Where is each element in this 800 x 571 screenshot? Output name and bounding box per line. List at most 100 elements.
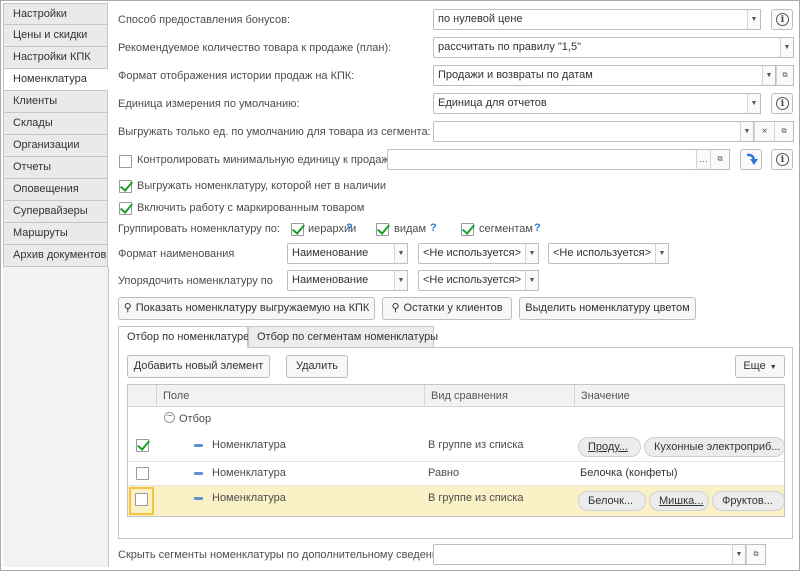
sidebar-background [3, 267, 109, 567]
chevron-down-icon: ▼ [743, 128, 751, 135]
table-row-selected[interactable]: Номенклатура В группе из списка Белочк..… [128, 486, 784, 516]
bonus-method-info-button[interactable]: i [771, 9, 793, 30]
open-window-icon: ⧉ [781, 128, 787, 135]
row-enabled-checkbox[interactable] [136, 467, 149, 480]
bonus-method-select[interactable]: по нулевой цене [433, 9, 748, 30]
control-min-unit-info-button[interactable]: i [771, 149, 793, 170]
sidebar-item-supervisors[interactable]: Супервайзеры [3, 201, 108, 223]
hide-segments-dropdown-button[interactable]: ▼ [732, 544, 746, 565]
name-format-dropdown-3[interactable]: ▼ [655, 243, 669, 264]
table-row[interactable]: Номенклатура В группе из списка Проду...… [128, 432, 784, 462]
chevron-down-icon: ▼ [735, 551, 743, 558]
export-missing-checkbox[interactable] [119, 180, 132, 193]
column-header-value[interactable]: Значение [574, 385, 784, 407]
chevron-down-icon: ▼ [765, 72, 773, 79]
history-format-select[interactable]: Продажи и возвраты по датам [433, 65, 763, 86]
sidebar-item-notifications[interactable]: Оповещения [3, 179, 108, 201]
export-default-unit-clear-button[interactable]: × [754, 121, 775, 142]
export-default-unit-dropdown-button[interactable]: ▼ [740, 121, 754, 142]
row-enabled-checkbox[interactable] [135, 493, 148, 506]
chevron-down-icon: ▼ [783, 44, 791, 51]
help-types-icon[interactable]: ? [430, 222, 437, 234]
name-format-dropdown-2[interactable]: ▼ [525, 243, 539, 264]
close-icon: × [761, 126, 768, 137]
table-row[interactable]: Номенклатура Равно Белочка (конфеты) [128, 462, 784, 486]
default-unit-dropdown-button[interactable]: ▼ [747, 93, 761, 114]
sidebar-item-archive[interactable]: Архив документов [3, 245, 108, 267]
name-format-select-1[interactable]: Наименование [287, 243, 395, 264]
export-default-unit-open-button[interactable]: ⧉ [774, 121, 794, 142]
sidebar-item-kpk-settings[interactable]: Настройки КПК [3, 47, 108, 69]
sidebar-item-settings[interactable]: Настройки [3, 3, 108, 25]
sort-by-dropdown-1[interactable]: ▼ [394, 270, 408, 291]
row-field: Номенклатура [212, 439, 286, 451]
field-type-icon [194, 444, 203, 447]
control-min-unit-open-button[interactable]: ⧉ [710, 149, 730, 170]
name-format-select-3[interactable]: <Не используется> [548, 243, 656, 264]
control-min-unit-select-button[interactable]: … [696, 149, 711, 170]
recommended-qty-select[interactable]: рассчитать по правилу "1,5" [433, 37, 781, 58]
column-header-comparison[interactable]: Вид сравнения [424, 385, 574, 407]
collapse-icon[interactable]: − [164, 412, 175, 423]
value-chip[interactable]: Белочк... [578, 491, 646, 511]
group-by-types-label: видам [394, 223, 427, 235]
history-format-label: Формат отображения истории продаж на КПК… [118, 70, 355, 82]
info-icon: i [776, 13, 789, 26]
value-chip[interactable]: Фруктов... [712, 491, 784, 511]
sidebar: Настройки Цены и скидки Настройки КПК Но… [3, 3, 108, 267]
tab-nomenclature-filter[interactable]: Отбор по номенклатуре [118, 326, 249, 348]
sidebar-item-warehouses[interactable]: Склады [3, 113, 108, 135]
group-by-hierarchy-checkbox[interactable] [291, 223, 304, 236]
apply-arrow-button[interactable] [740, 149, 762, 170]
group-by-types-checkbox[interactable] [376, 223, 389, 236]
sort-by-select-2[interactable]: <Не используется> [418, 270, 526, 291]
control-min-unit-input[interactable] [387, 149, 697, 170]
value-chip[interactable]: Кухонные электроприб... [644, 437, 784, 457]
sort-by-dropdown-2[interactable]: ▼ [525, 270, 539, 291]
more-button[interactable]: Еще ▼ [735, 355, 785, 378]
open-window-icon: ⧉ [782, 72, 788, 79]
sidebar-item-reports[interactable]: Отчеты [3, 157, 108, 179]
history-format-open-button[interactable]: ⧉ [776, 65, 794, 86]
sidebar-item-clients[interactable]: Клиенты [3, 91, 108, 113]
value-chip[interactable]: Мишка... [649, 491, 709, 511]
row-enabled-checkbox[interactable] [136, 439, 149, 452]
sidebar-item-nomenclature[interactable]: Номенклатура [3, 69, 108, 91]
default-unit-info-button[interactable]: i [771, 93, 793, 114]
name-format-select-2[interactable]: <Не используется> [418, 243, 526, 264]
highlight-color-button[interactable]: Выделить номенклатуру цветом [519, 297, 696, 320]
ellipsis-icon: … [699, 154, 708, 164]
history-format-dropdown-button[interactable]: ▼ [762, 65, 776, 86]
client-stock-button[interactable]: ⚲ Остатки у клиентов [382, 297, 512, 320]
sidebar-item-organizations[interactable]: Организации [3, 135, 108, 157]
group-by-segments-label: сегментам [479, 223, 533, 235]
add-element-button[interactable]: Добавить новый элемент [127, 355, 270, 378]
export-default-unit-input[interactable] [433, 121, 741, 142]
info-icon: i [776, 153, 789, 166]
marked-goods-checkbox[interactable] [119, 202, 132, 215]
sidebar-item-prices[interactable]: Цены и скидки [3, 25, 108, 47]
control-min-unit-label: Контролировать минимальную единицу к про… [137, 154, 395, 166]
default-unit-select[interactable]: Единица для отчетов [433, 93, 748, 114]
value-chip[interactable]: Проду... [578, 437, 641, 457]
help-hierarchy-icon[interactable]: ? [346, 222, 353, 234]
hide-segments-open-button[interactable]: ⧉ [746, 544, 766, 565]
sort-by-select-1[interactable]: Наименование [287, 270, 395, 291]
default-unit-label: Единица измерения по умолчанию: [118, 98, 300, 110]
hide-segments-input[interactable] [433, 544, 733, 565]
row-comparison: В группе из списка [428, 439, 524, 451]
chevron-down-icon: ▼ [528, 277, 536, 284]
group-by-segments-checkbox[interactable] [461, 223, 474, 236]
column-header-field[interactable]: Поле [156, 385, 424, 407]
control-min-unit-checkbox[interactable] [119, 155, 132, 168]
search-icon: ⚲ [391, 302, 400, 314]
help-segments-icon[interactable]: ? [534, 222, 541, 234]
name-format-dropdown-1[interactable]: ▼ [394, 243, 408, 264]
show-exported-button[interactable]: ⚲ Показать номенклатуру выгружаемую на КП… [118, 297, 375, 320]
delete-button[interactable]: Удалить [286, 355, 348, 378]
group-row[interactable]: − Отбор [128, 408, 784, 432]
recommended-qty-dropdown-button[interactable]: ▼ [780, 37, 794, 58]
bonus-method-dropdown-button[interactable]: ▼ [747, 9, 761, 30]
tab-segment-filter[interactable]: Отбор по сегментам номенклатуры [248, 326, 438, 348]
sidebar-item-routes[interactable]: Маршруты [3, 223, 108, 245]
